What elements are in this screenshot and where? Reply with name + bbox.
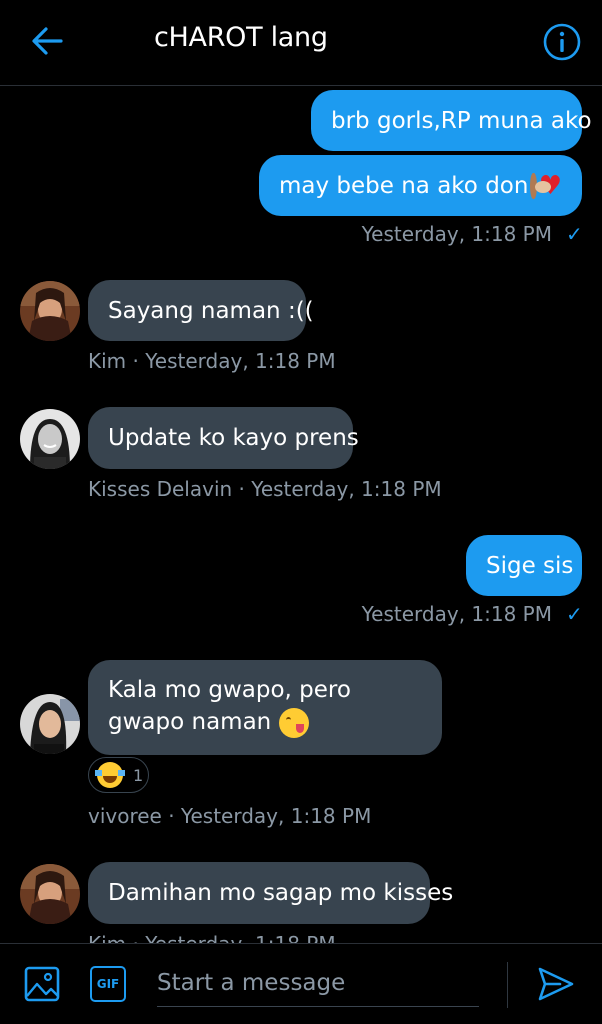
tears-of-joy-icon: [95, 762, 125, 788]
message-bubble-incoming[interactable]: Sayang naman :((: [88, 280, 314, 341]
message-bubble-incoming[interactable]: Damihan mo sagap mo kisses: [88, 862, 453, 924]
message-text: Sige sis: [486, 552, 574, 579]
reaction-count: 1: [133, 765, 144, 785]
message-text: Update ko kayo prens: [108, 425, 359, 451]
see-no-evil-monkey-icon: [530, 172, 553, 199]
message-text: may bebe na ako don: [279, 172, 529, 199]
message-text: Kala mo gwapo, pero gwapo naman: [108, 674, 422, 738]
message-sender-timestamp: Kisses Delavin · Yesterday, 1:18 PM: [88, 477, 442, 501]
message-timestamp: Yesterday, 1:18 PM: [361, 222, 552, 246]
message-input[interactable]: [157, 960, 479, 1007]
reaction-chip[interactable]: 1: [88, 757, 149, 793]
message-bubble-outgoing[interactable]: Sige sis: [466, 535, 582, 596]
avatar-kisses-delavin[interactable]: [20, 409, 80, 469]
message-sender-timestamp: Kim · Yesterday, 1:18 PM: [88, 349, 336, 373]
gif-button[interactable]: GIF: [90, 966, 126, 1002]
read-check-icon: ✓: [566, 602, 583, 626]
message-bubble-outgoing[interactable]: brb gorls,RP muna ako: [311, 90, 592, 151]
info-icon[interactable]: [542, 22, 582, 62]
avatar-vivoree[interactable]: [20, 694, 80, 754]
message-sender-timestamp: Kim · Yesterday, 1:18 PM: [88, 932, 336, 943]
conversation-header: cHAROT lang: [0, 0, 602, 86]
face-savoring-food-icon: [278, 707, 309, 738]
avatar-kim[interactable]: [20, 281, 80, 341]
message-text: Sayang naman :((: [108, 297, 314, 324]
read-check-icon: ✓: [566, 222, 583, 246]
message-bubble-outgoing[interactable]: may bebe na ako don ♥: [259, 155, 582, 216]
message-composer: GIF: [0, 943, 602, 1024]
image-icon[interactable]: [24, 966, 60, 1002]
send-icon[interactable]: [536, 964, 576, 1004]
back-arrow-icon[interactable]: [28, 24, 66, 58]
message-sender-timestamp: vivoree · Yesterday, 1:18 PM: [88, 804, 372, 828]
message-text: brb gorls,RP muna ako: [331, 107, 592, 134]
message-bubble-incoming[interactable]: Kala mo gwapo, pero gwapo naman: [88, 660, 442, 755]
message-bubble-incoming[interactable]: Update ko kayo prens: [88, 407, 359, 469]
avatar-kim[interactable]: [20, 864, 80, 924]
conversation-title: cHAROT lang: [154, 22, 328, 53]
composer-divider: [507, 962, 508, 1008]
message-text: Damihan mo sagap mo kisses: [108, 880, 454, 906]
message-timestamp: Yesterday, 1:18 PM: [361, 602, 552, 626]
